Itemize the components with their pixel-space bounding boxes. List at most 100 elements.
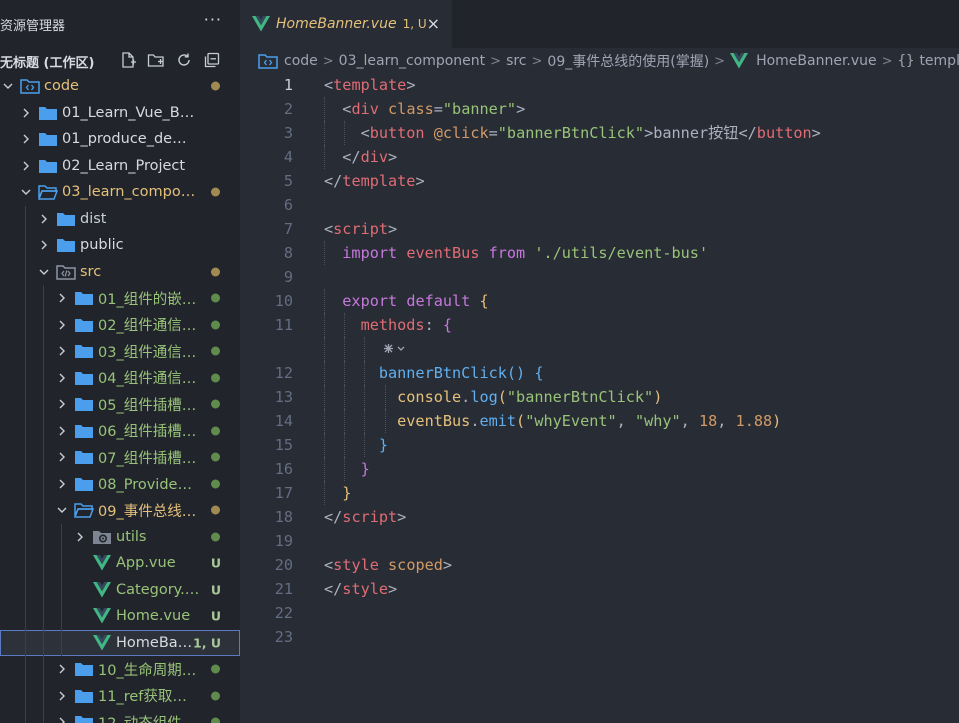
folder-item[interactable]: 03_learn_component bbox=[0, 179, 240, 206]
folder-item[interactable]: 05_组件插槽-基... bbox=[0, 391, 240, 418]
chevron-right-icon[interactable] bbox=[37, 238, 51, 252]
folder-item[interactable]: 11_ref获取元素... bbox=[0, 682, 240, 709]
breadcrumb-segment[interactable]: 03_learn_component bbox=[339, 53, 485, 69]
folder-item[interactable]: 06_组件插槽-具... bbox=[0, 417, 240, 444]
code-line[interactable]: 10 export default { bbox=[240, 289, 959, 313]
ai-assist-icon[interactable] bbox=[382, 339, 412, 359]
code-line[interactable]: 12 bannerBtnClick() { bbox=[240, 361, 959, 385]
chevron-right-icon[interactable] bbox=[55, 662, 69, 676]
code-line[interactable]: 8 import eventBus from './utils/event-bu… bbox=[240, 241, 959, 265]
folder-item[interactable]: 01_produce_demoo bbox=[0, 126, 240, 153]
code-text: import eventBus from './utils/event-bus' bbox=[324, 241, 708, 265]
status-dot bbox=[211, 664, 220, 674]
code-token: () bbox=[506, 364, 526, 382]
folder-item[interactable]: 02_Learn_Project bbox=[0, 153, 240, 180]
code-line[interactable]: 1 <template> bbox=[240, 73, 959, 97]
tree-item-label: src bbox=[80, 263, 102, 280]
code-text: <style scoped> bbox=[324, 553, 452, 577]
tree-item-label: 03_组件通信-子... bbox=[98, 344, 200, 361]
status-dot bbox=[211, 717, 220, 723]
collapse-all-button[interactable] bbox=[202, 50, 222, 70]
tab-homebanner[interactable]: HomeBanner.vue 1, U × bbox=[240, 0, 452, 48]
code-token: > bbox=[406, 76, 416, 94]
code-line[interactable]: 11 methods: { bbox=[240, 313, 959, 337]
folder-item[interactable]: 03_组件通信-子... bbox=[0, 338, 240, 365]
code-line[interactable]: 7 <script> bbox=[240, 217, 959, 241]
code-line[interactable]: 2 <div class="banner"> bbox=[240, 97, 959, 121]
breadcrumb-segment[interactable]: src bbox=[506, 53, 526, 69]
chevron-down-icon[interactable] bbox=[1, 79, 15, 93]
code-line[interactable]: 18 </script> bbox=[240, 505, 959, 529]
refresh-button[interactable] bbox=[174, 50, 194, 70]
breadcrumb-segment[interactable]: 09_事件总线的使用(掌握) bbox=[547, 51, 709, 71]
chevron-right-icon[interactable] bbox=[55, 477, 69, 491]
file-item[interactable]: Category.vue U bbox=[0, 576, 240, 603]
folder-item[interactable]: 09_事件总线的使... bbox=[0, 497, 240, 524]
code-line[interactable]: 23 bbox=[240, 625, 959, 649]
chevron-right-icon[interactable] bbox=[55, 318, 69, 332]
folder-item[interactable]: utils bbox=[0, 523, 240, 550]
code-line[interactable]: 17 } bbox=[240, 481, 959, 505]
folder-item[interactable]: 04_组件通信-案... bbox=[0, 364, 240, 391]
code-line[interactable]: 16 } bbox=[240, 457, 959, 481]
indent-guide bbox=[43, 311, 44, 338]
code-line[interactable]: 19 bbox=[240, 529, 959, 553]
tree-item-label: Category.vue bbox=[116, 581, 200, 598]
code-line[interactable]: 5 </template> bbox=[240, 169, 959, 193]
line-number: 16 bbox=[274, 460, 293, 478]
folder-item[interactable]: public bbox=[0, 232, 240, 259]
more-actions-button[interactable]: ··· bbox=[204, 10, 222, 29]
code-line[interactable]: 21 </style> bbox=[240, 577, 959, 601]
folder-item[interactable]: 02_组件通信-父... bbox=[0, 311, 240, 338]
code-line[interactable]: 4 </div> bbox=[240, 145, 959, 169]
code-line[interactable]: 22 bbox=[240, 601, 959, 625]
file-item[interactable]: HomeBanner....1, U bbox=[0, 629, 240, 656]
file-item[interactable]: App.vue U bbox=[0, 550, 240, 577]
chevron-right-icon[interactable] bbox=[55, 291, 69, 305]
chevron-right-icon[interactable] bbox=[55, 397, 69, 411]
new-file-button[interactable] bbox=[118, 50, 138, 70]
code-line[interactable]: 15 } bbox=[240, 433, 959, 457]
tree-item-label: 04_组件通信-案... bbox=[98, 371, 200, 388]
file-item[interactable]: Home.vue U bbox=[0, 603, 240, 630]
code-line[interactable]: 13 console.log("bannerBtnClick") bbox=[240, 385, 959, 409]
folder-item[interactable]: 07_组件插槽-作... bbox=[0, 444, 240, 471]
chevron-right-icon[interactable] bbox=[55, 715, 69, 723]
folder-item[interactable]: 10_生命周期函数... bbox=[0, 656, 240, 683]
folder-item[interactable]: dist bbox=[0, 205, 240, 232]
chevron-down-icon[interactable] bbox=[19, 185, 33, 199]
chevron-down-icon[interactable] bbox=[37, 265, 51, 279]
status-dot bbox=[211, 320, 220, 330]
code-area[interactable]: 1 <template> 2 <div class="banner"> 3 <butt… bbox=[240, 73, 959, 649]
chevron-right-icon[interactable] bbox=[55, 689, 69, 703]
folder-item[interactable]: 01_组件的嵌套使... bbox=[0, 285, 240, 312]
workspace-row[interactable]: 无标题 (工作区) bbox=[0, 48, 240, 72]
chevron-right-icon[interactable] bbox=[55, 424, 69, 438]
folder-item[interactable]: 08_Provide和Inje... bbox=[0, 470, 240, 497]
folder-item[interactable]: 12_动态组件的使... bbox=[0, 709, 240, 723]
code-line[interactable]: 14 eventBus.emit("whyEvent", "why", 18, … bbox=[240, 409, 959, 433]
breadcrumb-segment[interactable]: HomeBanner.vue bbox=[756, 53, 877, 69]
breadcrumb-segment[interactable]: code bbox=[284, 53, 318, 69]
tab-close-button[interactable]: × bbox=[427, 14, 440, 33]
folder-item[interactable]: 01_Learn_Vue_Basic bbox=[0, 100, 240, 127]
chevron-right-icon[interactable] bbox=[55, 371, 69, 385]
chevron-right-icon[interactable] bbox=[73, 530, 87, 544]
code-line[interactable]: 20 <style scoped> bbox=[240, 553, 959, 577]
chevron-right-icon[interactable] bbox=[37, 212, 51, 226]
vscode-folder-icon bbox=[258, 53, 278, 69]
new-folder-button[interactable] bbox=[146, 50, 166, 70]
code-line[interactable]: 6 bbox=[240, 193, 959, 217]
chevron-down-icon[interactable] bbox=[55, 503, 69, 517]
chevron-right-icon[interactable] bbox=[55, 450, 69, 464]
code-line[interactable]: 3 <button @click="bannerBtnClick">banner… bbox=[240, 121, 959, 145]
chevron-right-icon[interactable] bbox=[19, 159, 33, 173]
folder-item[interactable]: src bbox=[0, 258, 240, 285]
chevron-right-icon[interactable] bbox=[19, 106, 33, 120]
breadcrumb-segment[interactable]: templa bbox=[919, 53, 959, 69]
chevron-right-icon[interactable] bbox=[19, 132, 33, 146]
status-dot bbox=[211, 373, 220, 383]
chevron-right-icon[interactable] bbox=[55, 344, 69, 358]
code-line[interactable]: 9 bbox=[240, 265, 959, 289]
folder-item[interactable]: code bbox=[0, 73, 240, 100]
